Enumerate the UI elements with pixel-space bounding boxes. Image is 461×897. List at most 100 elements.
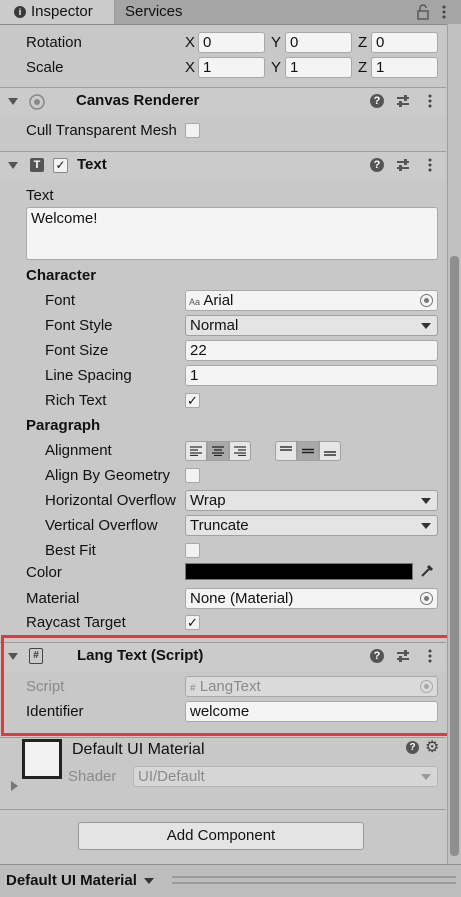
scale-z-field[interactable]: 1 bbox=[371, 57, 438, 78]
preset-icon[interactable] bbox=[396, 94, 410, 108]
add-component-label: Add Component bbox=[166, 827, 276, 844]
help-icon[interactable]: ? bbox=[406, 741, 419, 754]
tab-services[interactable]: Services bbox=[125, 0, 183, 24]
scrollbar[interactable] bbox=[447, 24, 461, 864]
align-left-icon bbox=[190, 446, 202, 456]
eye-icon bbox=[29, 94, 45, 110]
object-picker-icon[interactable] bbox=[420, 592, 433, 605]
alignment-label: Alignment bbox=[45, 442, 112, 459]
align-top-button[interactable] bbox=[275, 441, 297, 461]
font-value: Arial bbox=[203, 292, 234, 309]
help-icon[interactable]: ? bbox=[370, 158, 384, 172]
rotation-y-label: Y bbox=[271, 34, 282, 51]
shader-value: UI/Default bbox=[138, 768, 205, 785]
text-area[interactable]: Welcome! bbox=[26, 207, 438, 260]
font-style-dropdown[interactable]: Normal bbox=[185, 315, 438, 336]
info-icon: i bbox=[14, 6, 26, 18]
raycast-label: Raycast Target bbox=[26, 614, 126, 631]
cull-label: Cull Transparent Mesh bbox=[26, 122, 177, 139]
material-foldout-icon[interactable] bbox=[11, 781, 18, 791]
chevron-down-icon bbox=[421, 323, 431, 329]
add-component-button[interactable]: Add Component bbox=[78, 822, 364, 850]
chevron-down-icon bbox=[421, 523, 431, 529]
align-geometry-checkbox[interactable] bbox=[185, 468, 200, 483]
menu-dots-icon[interactable] bbox=[423, 94, 437, 108]
chevron-down-icon bbox=[421, 498, 431, 504]
raycast-checkbox[interactable]: ✓ bbox=[185, 615, 200, 630]
horizontal-overflow-value: Wrap bbox=[190, 492, 226, 509]
rotation-x-field[interactable]: 0 bbox=[198, 32, 265, 53]
vertical-overflow-dropdown[interactable]: Truncate bbox=[185, 515, 438, 536]
rotation-y-field[interactable]: 0 bbox=[285, 32, 352, 53]
cull-checkbox[interactable] bbox=[185, 123, 200, 138]
scale-label: Scale bbox=[26, 59, 64, 76]
align-middle-button[interactable] bbox=[297, 441, 319, 461]
align-middle-icon bbox=[302, 448, 314, 454]
text-enabled-checkbox[interactable]: ✓ bbox=[53, 158, 68, 173]
align-geometry-label: Align By Geometry bbox=[45, 467, 171, 484]
vertical-overflow-label: Vertical Overflow bbox=[45, 517, 158, 534]
align-top-icon bbox=[280, 446, 292, 451]
lock-icon[interactable] bbox=[416, 4, 430, 20]
rotation-z-label: Z bbox=[358, 34, 368, 51]
text-component-icon: T bbox=[30, 158, 44, 172]
align-right-icon bbox=[234, 446, 246, 456]
rotation-label: Rotation bbox=[26, 34, 82, 51]
rotation-z-field[interactable]: 0 bbox=[371, 32, 438, 53]
preset-icon[interactable] bbox=[396, 158, 410, 172]
scrollbar-thumb[interactable] bbox=[450, 256, 459, 856]
footer-bar: Default UI Material bbox=[0, 864, 461, 897]
color-label: Color bbox=[26, 564, 62, 581]
tab-inspector[interactable]: i Inspector bbox=[0, 0, 115, 24]
font-asset-icon: Aa bbox=[189, 297, 201, 307]
eyedropper-icon[interactable] bbox=[419, 563, 435, 579]
align-bottom-icon bbox=[324, 451, 336, 456]
object-picker-icon[interactable] bbox=[420, 294, 433, 307]
font-label: Font bbox=[45, 292, 76, 309]
foldout-arrow-icon[interactable] bbox=[8, 98, 18, 105]
menu-dots-icon[interactable] bbox=[423, 158, 437, 172]
best-fit-checkbox[interactable] bbox=[185, 543, 200, 558]
footer-label: Default UI Material bbox=[6, 872, 137, 889]
footer-dropdown[interactable]: Default UI Material bbox=[6, 869, 155, 893]
color-swatch[interactable] bbox=[185, 563, 413, 580]
scale-x-field[interactable]: 1 bbox=[198, 57, 265, 78]
tab-services-label: Services bbox=[125, 3, 183, 20]
font-style-value: Normal bbox=[190, 317, 239, 334]
chevron-down-icon bbox=[421, 774, 431, 780]
tab-inspector-label: Inspector bbox=[31, 3, 93, 20]
font-size-field[interactable]: 22 bbox=[185, 340, 438, 361]
shader-dropdown: UI/Default bbox=[133, 766, 438, 787]
align-bottom-button[interactable] bbox=[319, 441, 341, 461]
text-header[interactable]: T ✓ Text ? bbox=[0, 151, 446, 180]
gear-icon[interactable]: ⚙ bbox=[425, 737, 439, 757]
scale-y-label: Y bbox=[271, 59, 282, 76]
canvas-renderer-header[interactable]: Canvas Renderer ? bbox=[0, 87, 446, 116]
best-fit-label: Best Fit bbox=[45, 542, 96, 559]
vertical-overflow-value: Truncate bbox=[190, 517, 249, 534]
add-component-separator bbox=[0, 809, 446, 810]
character-header: Character bbox=[26, 267, 97, 284]
horizontal-overflow-dropdown[interactable]: Wrap bbox=[185, 490, 438, 511]
material-thumbnail bbox=[22, 739, 62, 779]
menu-dots-icon[interactable] bbox=[441, 4, 447, 20]
horizontal-overflow-label: Horizontal Overflow bbox=[45, 492, 176, 509]
font-style-label: Font Style bbox=[45, 317, 113, 334]
foldout-arrow-icon[interactable] bbox=[8, 162, 18, 169]
rich-text-checkbox[interactable]: ✓ bbox=[185, 393, 200, 408]
material-value: None (Material) bbox=[190, 590, 294, 607]
tab-bar: i Inspector Services bbox=[0, 0, 461, 25]
font-size-label: Font Size bbox=[45, 342, 109, 359]
footer-resize-handle[interactable] bbox=[172, 876, 456, 884]
align-center-icon bbox=[212, 446, 224, 456]
scale-y-field[interactable]: 1 bbox=[285, 57, 352, 78]
font-field[interactable]: Aa Arial bbox=[185, 290, 438, 311]
help-icon[interactable]: ? bbox=[370, 94, 384, 108]
line-spacing-field[interactable]: 1 bbox=[185, 365, 438, 386]
canvas-renderer-title: Canvas Renderer bbox=[76, 92, 200, 109]
align-left-button[interactable] bbox=[185, 441, 207, 461]
rich-text-label: Rich Text bbox=[45, 392, 107, 409]
material-field[interactable]: None (Material) bbox=[185, 588, 438, 609]
align-center-button[interactable] bbox=[207, 441, 229, 461]
align-right-button[interactable] bbox=[229, 441, 251, 461]
